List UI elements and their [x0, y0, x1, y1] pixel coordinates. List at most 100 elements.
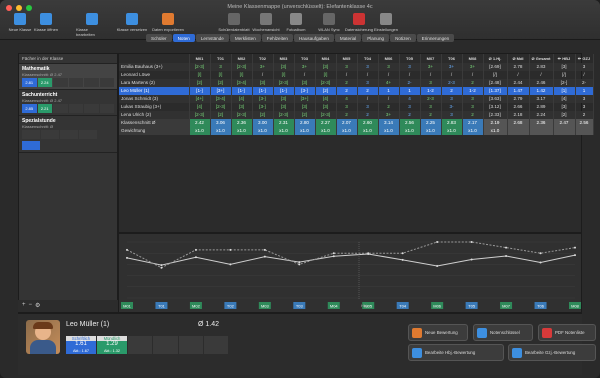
grade-cell[interactable]: [2-3]: [189, 63, 211, 71]
toolbar-datasheet-button[interactable]: Schülerdatenblatt: [218, 13, 250, 32]
grade-cell[interactable]: [3]: [553, 63, 576, 71]
grade-cell[interactable]: /: [507, 71, 530, 79]
grade-cell[interactable]: [/]: [189, 71, 211, 79]
weight-cell[interactable]: x1.0: [273, 127, 295, 135]
grade-cell[interactable]: 3: [575, 63, 594, 71]
column-header[interactable]: M02: [231, 54, 253, 63]
column-header[interactable]: M01: [189, 54, 211, 63]
grade-cell[interactable]: 4: [399, 95, 421, 103]
column-header[interactable]: T06: [441, 54, 463, 63]
grade-cell[interactable]: [/]: [210, 71, 232, 79]
grade-cell[interactable]: 2: [336, 111, 358, 119]
weight-cell[interactable]: x1.0: [189, 127, 211, 135]
weight-cell[interactable]: x1.0: [462, 127, 484, 135]
grade-cell[interactable]: [2-3]: [231, 111, 253, 119]
grade-cell[interactable]: /: [399, 71, 421, 79]
grade-cell[interactable]: 1.47: [507, 87, 530, 95]
table-row[interactable]: Jonas Schmidt (3) [4+] [3-4] [4] [3-] [3] [3+]…: [119, 95, 594, 103]
grade-cell[interactable]: [2]: [553, 111, 576, 119]
grade-cell[interactable]: [3]: [553, 103, 576, 111]
weight-cell[interactable]: x1.0: [210, 127, 232, 135]
grade-cell[interactable]: [2-]: [553, 79, 576, 87]
weight-cell[interactable]: x1.0: [420, 127, 442, 135]
grade-cell[interactable]: /: [420, 71, 442, 79]
toolbar-move-class-button[interactable]: Klasse versetzen: [116, 13, 148, 32]
pdf-list-button[interactable]: PDF Notenliste: [538, 324, 596, 341]
grade-cell[interactable]: 4: [336, 95, 358, 103]
tab-erinnerungen[interactable]: Erinnerungen: [416, 34, 455, 42]
grade-cell[interactable]: 2-3: [441, 79, 463, 87]
tab-schler[interactable]: Schüler: [146, 34, 172, 42]
grade-cell[interactable]: [2]: [252, 111, 274, 119]
grade-cell[interactable]: 2.79: [507, 95, 530, 103]
subject-settings-button[interactable]: ⚙: [35, 302, 40, 310]
table-row[interactable]: Lena Ulrich (2) [2-3] [2] [2-3] [2] [2-3] [2][…: [119, 111, 594, 119]
grade-cell[interactable]: [4]: [231, 95, 253, 103]
grade-cell[interactable]: [3-]: [252, 103, 274, 111]
tab-planung[interactable]: Planung: [362, 34, 390, 42]
edit-gzj-button[interactable]: Bearbeite Gzj.-Bewertung: [508, 344, 596, 361]
table-row[interactable]: Emilia Bauhaus (3+) [2-3] 3 [2-3] 3+ [3] 3+ [3]…: [119, 63, 594, 71]
grade-cell[interactable]: [2-3]: [273, 111, 295, 119]
grade-cell[interactable]: 2: [336, 79, 358, 87]
grade-cell[interactable]: /: [378, 95, 400, 103]
grade-cell[interactable]: [2.33]: [483, 111, 508, 119]
grade-cell[interactable]: /: [462, 71, 484, 79]
grade-cell[interactable]: 3: [575, 95, 594, 103]
column-header[interactable]: M06: [378, 54, 400, 63]
grade-cell[interactable]: [3]: [315, 103, 337, 111]
column-header[interactable]: M04: [315, 54, 337, 63]
grade-cell[interactable]: /: [357, 71, 379, 79]
grade-cell[interactable]: [3.63]: [483, 95, 508, 103]
column-header[interactable]: M05: [336, 54, 358, 63]
subject-item[interactable]: Spezialstunde Klassenschnitt: Ø: [19, 116, 117, 153]
grade-cell[interactable]: /: [575, 71, 594, 79]
grade-cell[interactable]: 2.24: [529, 111, 554, 119]
grade-cell[interactable]: [2-3]: [189, 111, 211, 119]
column-header[interactable]: M08: [462, 54, 484, 63]
subject-item[interactable]: Mathematik Klassenschnitt: Ø 2.47 2.81 2.24: [19, 64, 117, 90]
weight-cell[interactable]: x1.0: [357, 127, 379, 135]
grade-cell[interactable]: [1.37]: [483, 87, 508, 95]
grade-cell[interactable]: [/]: [273, 71, 295, 79]
grade-cell[interactable]: [4]: [315, 95, 337, 103]
grade-cell[interactable]: 2: [575, 111, 594, 119]
grade-cell[interactable]: [3]: [294, 79, 316, 87]
grade-cell[interactable]: 1-2: [420, 87, 442, 95]
column-header[interactable]: Ø Mdl: [507, 54, 530, 63]
grade-cell[interactable]: 3: [357, 63, 379, 71]
grade-cell[interactable]: 3+: [462, 63, 484, 71]
grade-cell[interactable]: 2: [357, 111, 379, 119]
grade-cell[interactable]: [2-3]: [315, 111, 337, 119]
grade-cell[interactable]: 1: [575, 87, 594, 95]
pencil-icon[interactable]: [22, 141, 40, 150]
weight-cell[interactable]: x1.0: [399, 127, 421, 135]
toolbar-export-button[interactable]: Daten exportieren: [152, 13, 184, 32]
grade-cell[interactable]: [2]: [210, 111, 232, 119]
grade-cell[interactable]: [4]: [189, 103, 211, 111]
weight-cell[interactable]: x1.0: [378, 127, 400, 135]
grade-cell[interactable]: [1-]: [189, 87, 211, 95]
student-grade-box[interactable]: Mündlich 1.29 Akt.: 1.32: [97, 336, 127, 354]
grade-cell[interactable]: [3]: [294, 103, 316, 111]
grade-cell[interactable]: [3]: [273, 63, 295, 71]
grade-cell[interactable]: [/]: [231, 71, 253, 79]
grade-cell[interactable]: 2.83: [529, 63, 554, 71]
grade-cell[interactable]: 3+: [294, 63, 316, 71]
weight-cell[interactable]: x1.0: [441, 127, 463, 135]
grade-cell[interactable]: 2.46: [529, 79, 554, 87]
grade-cell[interactable]: [2]: [189, 79, 211, 87]
grade-cell[interactable]: [3-4]: [210, 95, 232, 103]
grade-cell[interactable]: /: [441, 71, 463, 79]
grade-cell[interactable]: [3]: [273, 95, 295, 103]
grade-key-button[interactable]: Notenschlüssel: [473, 324, 533, 341]
grade-cell[interactable]: 1-2: [462, 87, 484, 95]
column-header[interactable]: T03: [294, 54, 316, 63]
column-header[interactable]: ✏ GZJ: [575, 54, 594, 63]
grade-cell[interactable]: 3: [462, 95, 484, 103]
grade-cell[interactable]: [/]: [315, 71, 337, 79]
grade-cell[interactable]: [3]: [231, 103, 253, 111]
table-row[interactable]: Lara Martens (2) [2] [2] [3-4] [3] [2-3] [3] [2…: [119, 79, 594, 87]
toolbar-gear-button[interactable]: Einstellungen: [370, 13, 402, 32]
grade-cell[interactable]: [4+]: [189, 95, 211, 103]
